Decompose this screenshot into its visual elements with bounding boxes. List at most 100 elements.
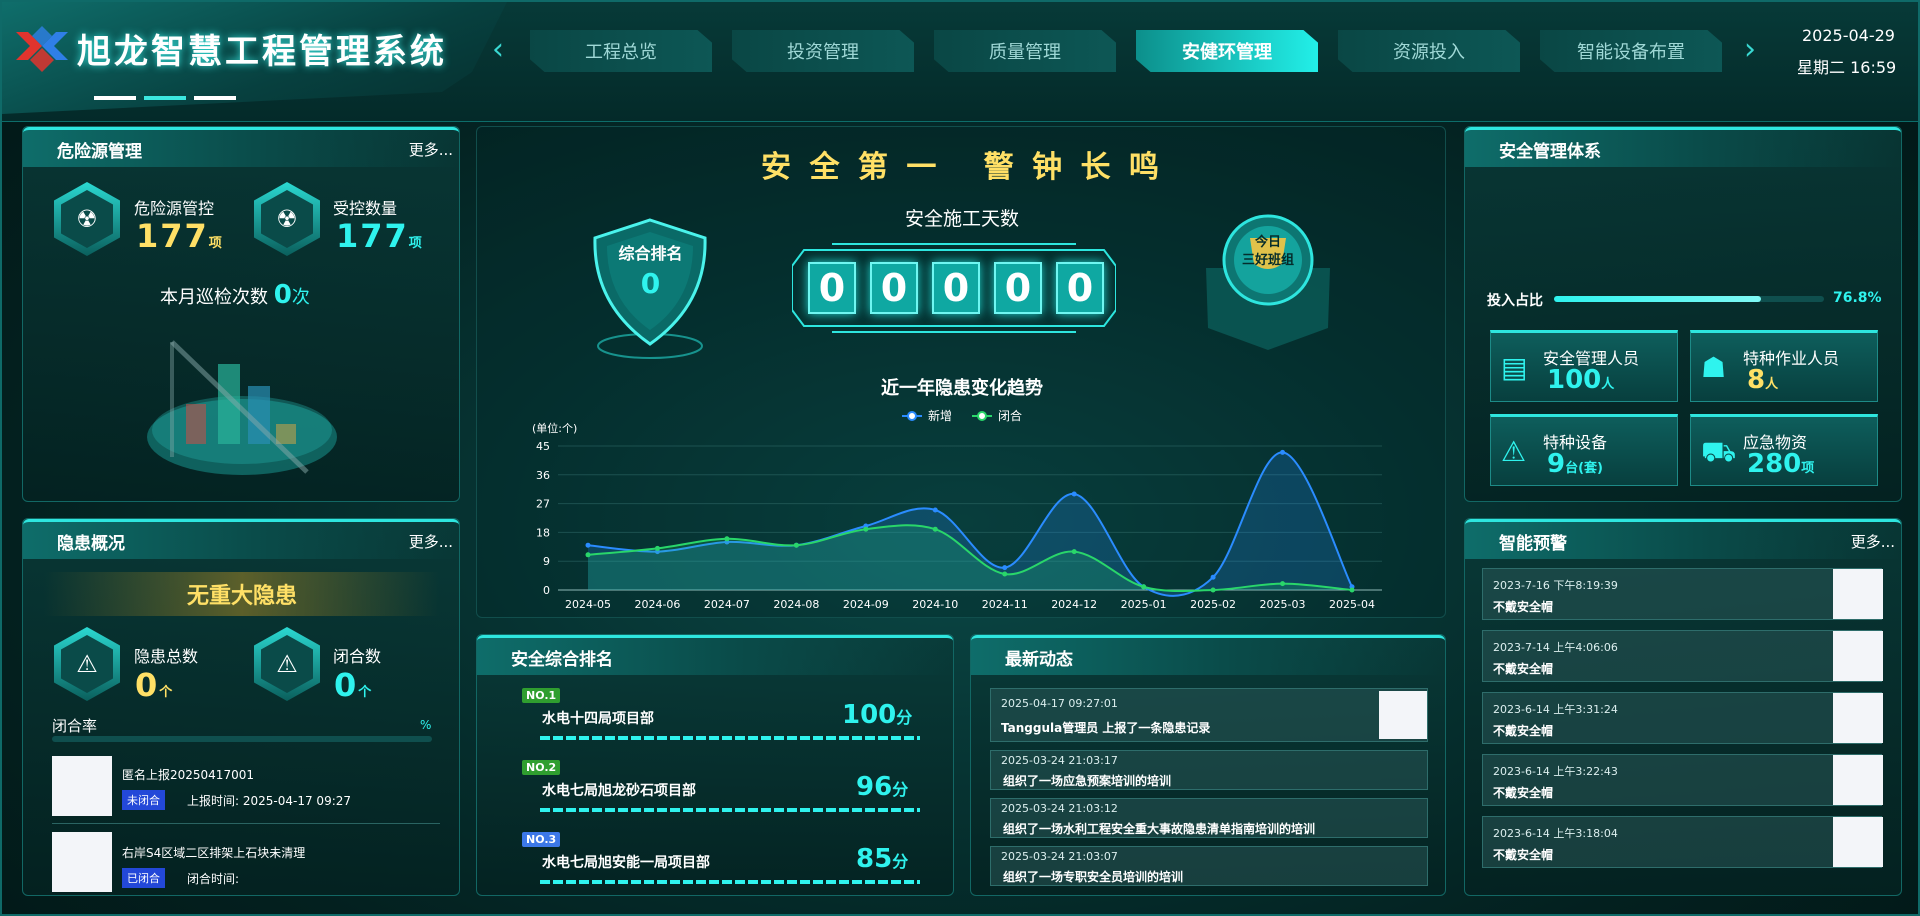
- stat-card-special-workers[interactable]: ☗ 特种作业人员 8人: [1690, 330, 1878, 402]
- nav-next-icon[interactable]: ›: [1744, 32, 1756, 67]
- equipment-icon: ⚠: [1501, 435, 1527, 468]
- danger-list-item[interactable]: 右岸S4区域二区排架上石块未清理 已闭合 闭合时间:: [52, 832, 440, 894]
- warning-time: 2023-6-14 上午3:31:24: [1493, 703, 1618, 716]
- closed-count-value: 0个: [334, 666, 374, 704]
- legend-label: 新增: [928, 408, 952, 423]
- warning-item[interactable]: 2023-7-14 上午4:06:06 不戴安全帽: [1482, 630, 1883, 682]
- danger-item-title: 右岸S4区域二区排架上石块未清理: [122, 846, 306, 860]
- hidden-danger-more-link[interactable]: 更多...: [409, 531, 453, 552]
- hazard-title: 危险源管理: [57, 142, 142, 162]
- warning-time: 2023-7-14 上午4:06:06: [1493, 641, 1618, 654]
- status-badge: 未闭合: [122, 790, 165, 810]
- data-point: [793, 542, 799, 548]
- no-major-danger-banner: 无重大隐患: [44, 572, 440, 616]
- x-tick-label: 2024-05: [565, 598, 611, 611]
- document-icon: ▤: [1501, 351, 1528, 384]
- close-rate-unit: %: [420, 718, 432, 732]
- patrol-count: 本月巡检次数 0次: [160, 280, 310, 310]
- header-dash: [94, 96, 136, 100]
- current-date: 2025-04-29: [1802, 26, 1895, 45]
- stat-card-special-equipment[interactable]: ⚠ 特种设备 9台(套): [1490, 414, 1678, 486]
- stat-card-safety-staff[interactable]: ▤ 安全管理人员 100人: [1490, 330, 1678, 402]
- warning-text: 不戴安全帽: [1493, 724, 1554, 738]
- chart-unit-label: (单位:个): [532, 421, 577, 435]
- danger-item-title: 匿名上报20250417001: [122, 768, 254, 782]
- data-point: [932, 526, 938, 532]
- x-tick-label: 2024-10: [912, 598, 958, 611]
- news-item[interactable]: 2025-04-17 09:27:01 Tanggula管理员 上报了一条隐患记…: [990, 688, 1428, 742]
- data-point: [1210, 574, 1216, 580]
- legend-marker: [977, 411, 987, 421]
- stat-value: 280项: [1747, 449, 1815, 479]
- news-item[interactable]: 2025-03-24 21:03:17 组织了一场应急预案培训的培训: [990, 750, 1428, 790]
- news-text: 组织了一场专职安全员培训的培训: [1003, 870, 1184, 884]
- x-tick-label: 2025-04: [1329, 598, 1375, 611]
- data-point: [654, 545, 660, 551]
- warning-thumbnail: [1833, 631, 1883, 681]
- header-dash: [144, 96, 186, 100]
- ranking-item[interactable]: NO.3 水电七局旭安能一局项目部 85分: [510, 830, 920, 886]
- danger-total-label: 隐患总数: [134, 647, 199, 666]
- data-point: [1349, 587, 1355, 593]
- controlled-count-value: 177项: [336, 217, 424, 255]
- news-time: 2025-03-24 21:03:12: [1001, 802, 1118, 815]
- tab-investment[interactable]: 投资管理: [732, 30, 914, 72]
- data-point: [1141, 584, 1147, 590]
- danger-list-item[interactable]: 匿名上报20250417001 未闭合 上报时间: 2025-04-17 09:…: [52, 754, 440, 824]
- nav-prev-icon[interactable]: ‹: [492, 32, 504, 67]
- danger-thumbnail: [52, 756, 112, 816]
- news-time: 2025-03-24 21:03:17: [1001, 754, 1118, 767]
- y-tick-label: 0: [543, 584, 550, 597]
- y-tick-label: 27: [536, 498, 550, 511]
- rank-bar: [540, 880, 920, 884]
- legend-marker: [907, 411, 917, 421]
- tab-resources[interactable]: 资源投入: [1338, 30, 1520, 72]
- close-rate-label: 闭合率: [52, 717, 98, 735]
- tab-quality[interactable]: 质量管理: [934, 30, 1116, 72]
- trend-chart: (单位:个) 新增 闭合 0 9 18 27 36 45 2024-05 2024-06 2024-0…: [532, 408, 1382, 611]
- news-text: 组织了一场应急预案培训的培训: [1003, 774, 1172, 788]
- x-tick-label: 2025-03: [1260, 598, 1306, 611]
- warning-item[interactable]: 2023-7-16 下午8:19:39 不戴安全帽: [1482, 568, 1883, 620]
- tab-devices[interactable]: 智能设备布置: [1540, 30, 1722, 72]
- y-tick-label: 9: [543, 555, 550, 568]
- warning-item[interactable]: 2023-6-14 上午3:22:43 不戴安全帽: [1482, 754, 1883, 806]
- app-title: 旭龙智慧工程管理系统: [77, 32, 447, 72]
- danger-thumbnail: [52, 832, 112, 892]
- x-tick-label: 2024-07: [704, 598, 750, 611]
- safe-days-digit: 0: [808, 262, 856, 314]
- news-thumbnail: [1379, 691, 1427, 739]
- tab-safety[interactable]: 安健环管理: [1136, 30, 1318, 72]
- data-point: [585, 542, 591, 548]
- ranking-item[interactable]: NO.2 水电七局旭龙砂石项目部 96分: [510, 758, 920, 814]
- warning-item[interactable]: 2023-6-14 上午3:18:04 不戴安全帽: [1482, 816, 1883, 868]
- tab-overview[interactable]: 工程总览: [530, 30, 712, 72]
- rank-value: 0: [640, 267, 661, 300]
- trophy-line1: 今日: [1254, 235, 1281, 250]
- x-tick-label: 2025-02: [1190, 598, 1236, 611]
- stat-card-emergency-supplies[interactable]: ⛟ 应急物资 280项: [1690, 414, 1878, 486]
- rank-score: 100分: [842, 700, 913, 730]
- warning-check-icon: ⚠: [261, 635, 313, 693]
- header-dash: [194, 96, 236, 100]
- warning-text: 不戴安全帽: [1493, 848, 1554, 862]
- smart-warning-more-link[interactable]: 更多...: [1851, 531, 1895, 552]
- controlled-count-label: 受控数量: [333, 199, 398, 218]
- y-tick-label: 36: [536, 469, 550, 482]
- rank-badge: NO.3: [522, 832, 561, 847]
- warning-text: 不戴安全帽: [1493, 600, 1554, 614]
- warning-time: 2023-6-14 上午3:18:04: [1493, 827, 1618, 840]
- invest-ratio-value: 76.8%: [1833, 290, 1882, 306]
- news-time: 2025-03-24 21:03:07: [1001, 850, 1118, 863]
- warning-item[interactable]: 2023-6-14 上午3:31:24 不戴安全帽: [1482, 692, 1883, 744]
- trophy-line2: 三好班组: [1241, 253, 1294, 268]
- rank-score: 85分: [856, 844, 909, 874]
- rank-score: 96分: [856, 772, 909, 802]
- ranking-item[interactable]: NO.1 水电十四局项目部 100分: [510, 686, 920, 742]
- x-tick-label: 2024-11: [982, 598, 1028, 611]
- data-point: [932, 507, 938, 513]
- hazard-more-link[interactable]: 更多...: [409, 139, 453, 160]
- hidden-danger-title: 隐患概况: [57, 534, 125, 554]
- news-item[interactable]: 2025-03-24 21:03:07 组织了一场专职安全员培训的培训: [990, 846, 1428, 886]
- news-item[interactable]: 2025-03-24 21:03:12 组织了一场水利工程安全重大事故隐患清单指…: [990, 798, 1428, 838]
